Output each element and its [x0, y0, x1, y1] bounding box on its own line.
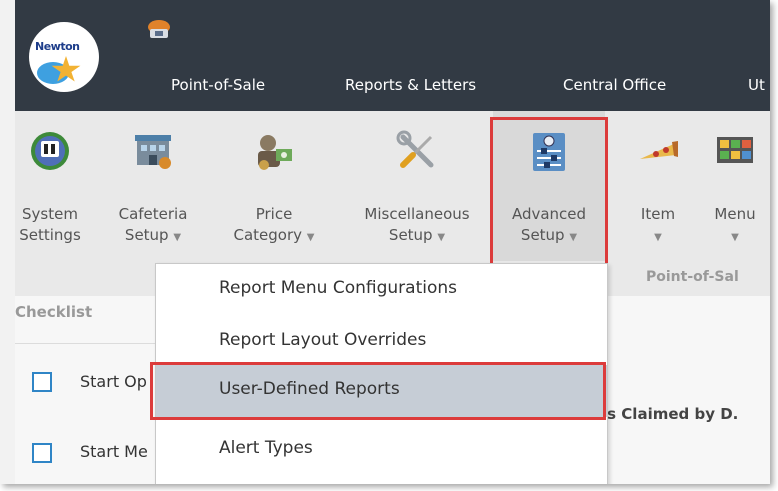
menu-item-alert-types[interactable]: Alert Types	[156, 424, 607, 476]
checklist-checkbox[interactable]	[32, 443, 52, 463]
chevron-down-icon: ▼	[306, 232, 315, 243]
item-button[interactable]: Item ▼	[625, 111, 691, 261]
newton-logo[interactable]: Newton	[29, 22, 99, 92]
cafeteria-setup-label: Cafeteria Setup ▼	[118, 205, 188, 244]
menu-label: Menu ▼	[714, 205, 756, 243]
chevron-down-icon: ▼	[654, 232, 662, 243]
tab-central-office[interactable]: Central Office	[563, 76, 666, 94]
miscellaneous-setup-label: Miscellaneous Setup ▼	[364, 205, 470, 244]
price-category-coins-icon	[258, 135, 292, 170]
user-defined-reports-highlight	[150, 362, 606, 420]
system-settings-globe-icon	[31, 132, 69, 170]
system-settings-label: System Settings	[19, 205, 81, 244]
advanced-setup-highlight	[490, 117, 608, 266]
app-menu-icon[interactable]	[146, 19, 172, 41]
top-nav-bar: Newton Point-of-Sale Reports & Letters C…	[15, 0, 770, 111]
menu-board-icon	[717, 137, 753, 163]
price-category-button[interactable]: Price Category ▼	[221, 111, 327, 261]
miscellaneous-setup-button[interactable]: Miscellaneous Setup ▼	[349, 111, 485, 261]
checklist-header: Checklist	[15, 303, 93, 321]
cafeteria-setup-button[interactable]: Cafeteria Setup ▼	[111, 111, 195, 261]
logo-text: Newton	[35, 40, 80, 53]
pizza-slice-icon	[640, 141, 678, 159]
checklist-item-start-op[interactable]: Start Op	[80, 372, 147, 391]
checklist-item-start-me[interactable]: Start Me	[80, 442, 148, 461]
tools-wrench-screwdriver-icon	[396, 130, 434, 168]
checklist-checkbox[interactable]	[32, 372, 52, 392]
menu-item-report-layout-overrides[interactable]: Report Layout Overrides	[156, 316, 607, 368]
chevron-down-icon: ▼	[731, 232, 739, 243]
cafeteria-building-icon	[135, 135, 171, 169]
tab-point-of-sale[interactable]: Point-of-Sale	[171, 76, 265, 94]
checklist-divider	[15, 343, 155, 344]
system-settings-button[interactable]: System Settings	[15, 111, 85, 261]
menu-button[interactable]: Menu ▼	[705, 111, 765, 261]
ribbon-group-label: Point-of-Sal	[646, 269, 739, 285]
tab-reports-letters[interactable]: Reports & Letters	[345, 76, 476, 94]
price-category-label: Price Category ▼	[233, 205, 315, 244]
tab-utilities[interactable]: Ut	[748, 76, 765, 94]
background-report-title: ls Claimed by D.	[602, 405, 739, 423]
chevron-down-icon: ▼	[173, 232, 182, 243]
app-window: Newton Point-of-Sale Reports & Letters C…	[0, 0, 770, 484]
item-label: Item ▼	[640, 205, 676, 243]
chevron-down-icon: ▼	[437, 232, 446, 243]
menu-item-report-menu-configurations[interactable]: Report Menu Configurations	[156, 264, 607, 316]
